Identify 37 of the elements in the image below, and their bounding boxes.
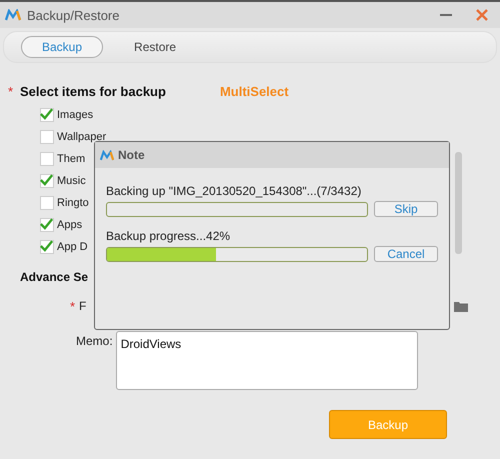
logo-icon	[100, 150, 114, 160]
scrollbar[interactable]	[455, 152, 462, 254]
checkbox-label: Apps	[57, 218, 82, 230]
checkbox[interactable]	[40, 130, 54, 144]
logo-icon	[5, 9, 21, 21]
section-title: Select items for backup	[20, 84, 166, 99]
required-mark: *	[70, 298, 76, 314]
memo-field[interactable]: DroidViews	[116, 331, 418, 390]
folder-icon[interactable]	[454, 300, 468, 312]
checkbox[interactable]	[40, 152, 54, 166]
checkbox-label: Music	[57, 174, 86, 186]
tab[interactable]: Restore	[113, 36, 198, 58]
dialog-title: Note	[118, 148, 145, 162]
required-mark: *	[8, 84, 14, 99]
dialog-button[interactable]: Skip	[374, 201, 438, 217]
minimize-icon[interactable]	[440, 13, 452, 17]
checkbox-label: Wallpaper	[57, 130, 106, 142]
tab[interactable]: Backup	[21, 36, 104, 58]
path-label: F	[79, 299, 86, 313]
checkbox[interactable]	[40, 108, 54, 122]
window-title: Backup/Restore	[27, 8, 120, 22]
checkbox-label: Them	[57, 152, 86, 164]
checkbox[interactable]	[40, 196, 54, 210]
dialog-button[interactable]: Cancel	[374, 246, 438, 262]
multiselect-link[interactable]: MultiSelect	[220, 84, 289, 99]
memo-label: Memo:	[76, 333, 113, 350]
checkbox[interactable]	[40, 174, 54, 188]
checkbox-label: Images	[57, 108, 94, 120]
checkbox-label: App D	[57, 240, 88, 252]
checkbox[interactable]	[40, 218, 54, 232]
progress-label: Backup progress...42%	[106, 229, 232, 243]
checkbox-label: Ringto	[57, 196, 89, 208]
section-title: Advance Se	[20, 270, 88, 284]
progress-label: Backing up "IMG_20130520_154308"...(7/3432)	[106, 184, 362, 198]
backup-button[interactable]: Backup	[329, 410, 447, 439]
checkbox[interactable]	[40, 240, 54, 254]
close-icon[interactable]	[476, 9, 488, 21]
